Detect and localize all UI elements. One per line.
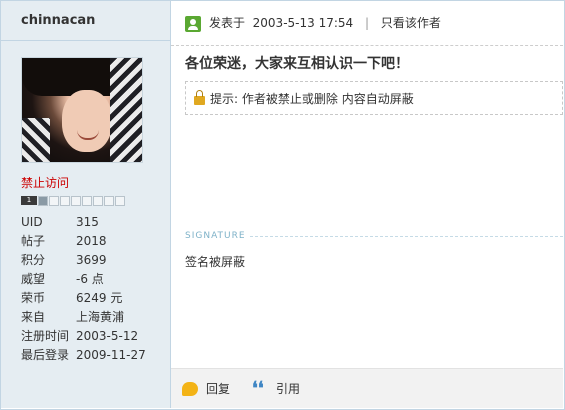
stat-value: 315 xyxy=(76,215,99,229)
stat-row: 威望 -6 点 xyxy=(21,270,146,289)
quote-label: 引用 xyxy=(276,382,301,396)
author-stats: UID 315 帖子 2018 积分 3699 威望 -6 点 荣币 6249 元 来自 上… xyxy=(21,213,146,365)
author-username[interactable]: chinnacan xyxy=(1,1,170,41)
post-actions: 回复 ❛❛ 引用 xyxy=(171,368,563,408)
signature-heading-label: SIGNATURE xyxy=(185,231,246,241)
stat-label: 帖子 xyxy=(21,234,46,248)
quote-icon: ❛❛ xyxy=(252,377,264,399)
avatar-stripe-2 xyxy=(22,118,50,162)
level-stars: 1 xyxy=(21,196,125,206)
stat-row: UID 315 xyxy=(21,213,146,232)
signature-text: 签名被屏蔽 xyxy=(185,255,246,269)
stat-label: UID xyxy=(21,215,43,229)
stat-row: 来自 上海黄浦 xyxy=(21,308,146,327)
online-icon xyxy=(185,16,201,32)
stat-value: 2009-11-27 xyxy=(76,348,146,362)
stat-label: 来自 xyxy=(21,310,46,324)
stat-label: 威望 xyxy=(21,272,46,286)
stat-row: 注册时间 2003-5-12 xyxy=(21,327,146,346)
stat-value: 6249 元 xyxy=(76,291,123,305)
stat-value: 2003-5-12 xyxy=(76,329,139,343)
avatar-stripe xyxy=(110,58,142,162)
avatar-face xyxy=(62,90,112,152)
stat-row: 积分 3699 xyxy=(21,251,146,270)
separator: | xyxy=(364,16,370,30)
author-group[interactable]: 禁止访问 xyxy=(21,174,69,191)
stat-row: 荣币 6249 元 xyxy=(21,289,146,308)
author-only-link[interactable]: 只看该作者 xyxy=(381,16,441,30)
signature-heading: SIGNATURE xyxy=(185,229,563,243)
lock-icon xyxy=(194,90,205,105)
stat-label: 注册时间 xyxy=(21,329,70,343)
blocked-notice: 提示: 作者被禁止或删除 内容自动屏蔽 xyxy=(185,81,563,115)
quote-button[interactable]: ❛❛ 引用 xyxy=(252,377,301,399)
post-main: 发表于 2003-5-13 17:54 | 只看该作者 各位荣迷，大家来互相认识… xyxy=(171,1,563,408)
level-star xyxy=(104,196,114,206)
author-avatar[interactable] xyxy=(21,57,143,163)
level-star xyxy=(38,196,48,206)
stat-label: 积分 xyxy=(21,253,46,267)
post-title: 各位荣迷，大家来互相认识一下吧！ xyxy=(185,56,409,72)
post-time: 发表于 2003-5-13 17:54 | 只看该作者 xyxy=(209,1,441,46)
level-badge: 1 xyxy=(21,196,37,205)
notice-text: 作者被禁止或删除 内容自动屏蔽 xyxy=(241,92,414,106)
author-sidebar: chinnacan 禁止访问 1 UID 315 帖子 2018 积分 3699 威望… xyxy=(1,1,171,408)
stat-value: 上海黄浦 xyxy=(76,310,125,324)
stat-value: -6 点 xyxy=(76,272,104,286)
level-star xyxy=(115,196,125,206)
reply-button[interactable]: 回复 xyxy=(182,380,230,397)
level-star xyxy=(82,196,92,206)
level-star xyxy=(93,196,103,206)
signature-divider xyxy=(249,235,563,237)
posted-time: 2003-5-13 17:54 xyxy=(252,16,354,30)
reply-label: 回复 xyxy=(206,382,231,396)
post-info-bar: 发表于 2003-5-13 17:54 | 只看该作者 xyxy=(171,1,563,46)
posted-label: 发表于 xyxy=(209,16,246,30)
stat-label: 荣币 xyxy=(21,291,46,305)
stat-label: 最后登录 xyxy=(21,348,70,362)
level-star xyxy=(71,196,81,206)
stat-row: 最后登录 2009-11-27 xyxy=(21,346,146,365)
notice-prefix: 提示: xyxy=(210,92,239,106)
reply-icon xyxy=(182,381,198,396)
level-star xyxy=(60,196,70,206)
stat-value: 3699 xyxy=(76,253,107,267)
level-star xyxy=(49,196,59,206)
stat-value[interactable]: 2018 xyxy=(76,232,107,251)
stat-row: 帖子 2018 xyxy=(21,232,146,251)
